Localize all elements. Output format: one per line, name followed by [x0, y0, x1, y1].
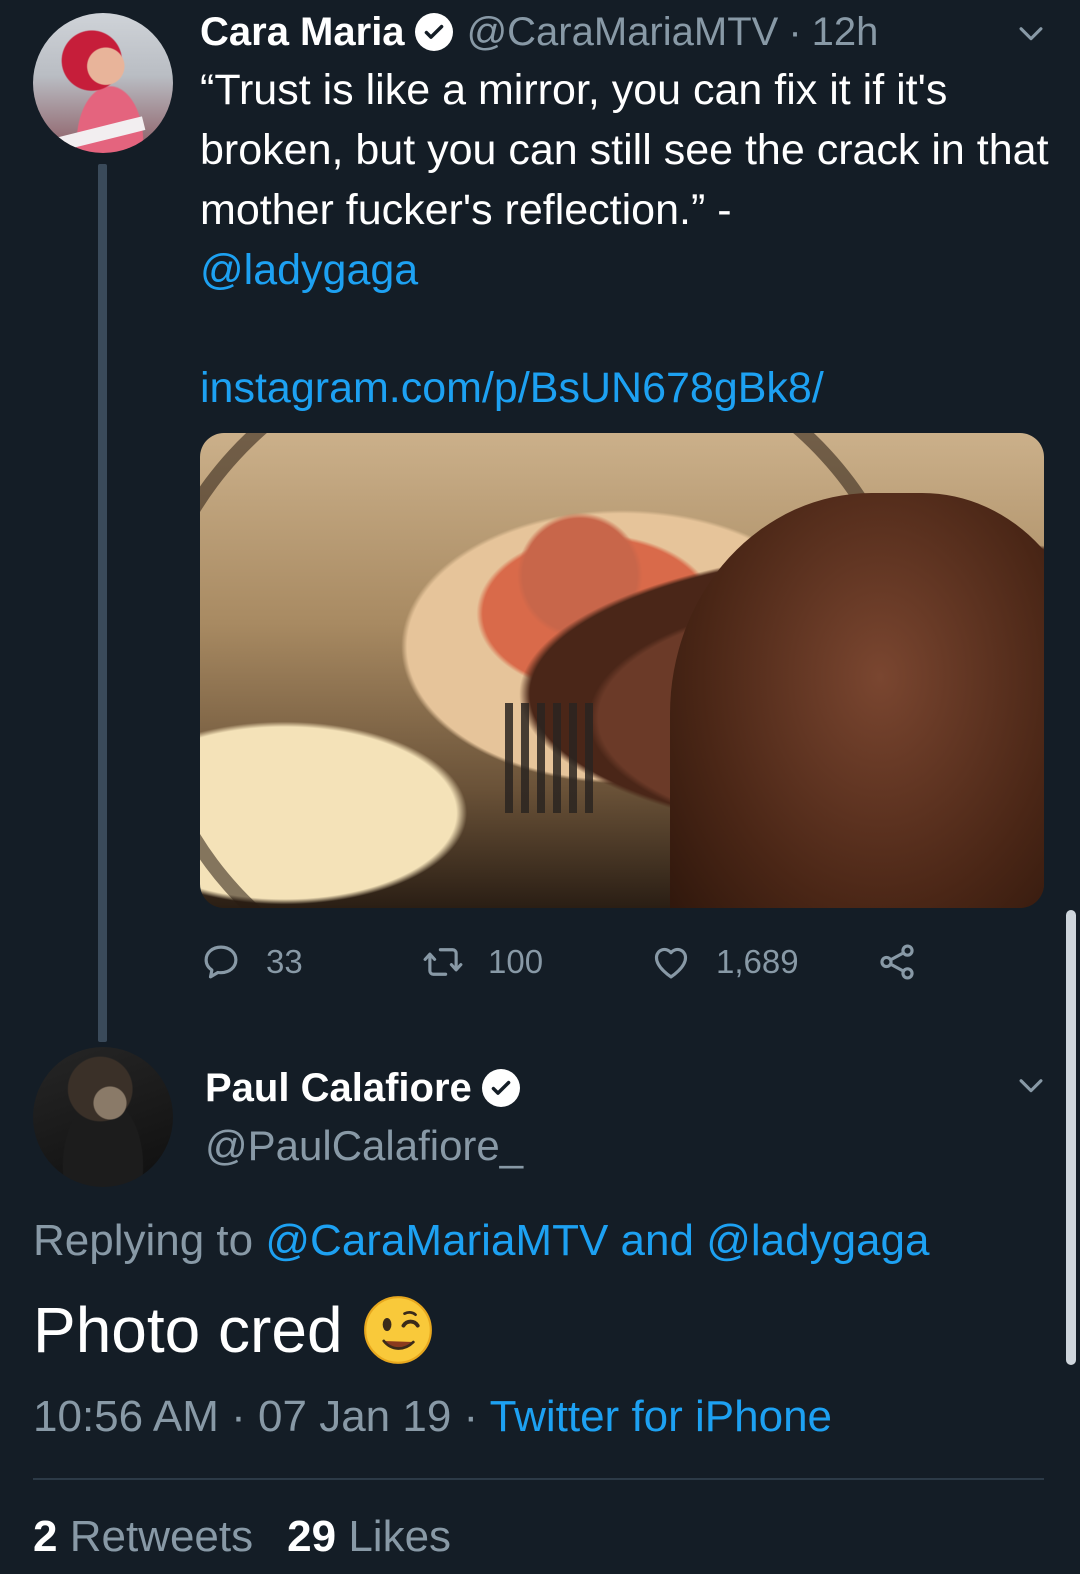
parent-handle[interactable]: @CaraMariaMTV — [467, 10, 779, 55]
avatar-cara-maria[interactable] — [33, 13, 173, 153]
tweet-source-link[interactable]: Twitter for iPhone — [490, 1392, 832, 1441]
chevron-down-icon[interactable] — [1014, 1068, 1048, 1102]
retweet-count: 100 — [488, 943, 544, 980]
reply-date: 07 Jan 19 — [258, 1392, 452, 1441]
tweet-photo[interactable] — [200, 433, 1044, 908]
meta-separator: · — [231, 1392, 246, 1441]
like-count: 1,689 — [716, 943, 799, 980]
likes-count: 29 — [287, 1512, 337, 1561]
mention-ladygaga-link[interactable]: @ladygaga — [200, 246, 418, 294]
tweet-thread: Cara Maria @CaraMariaMTV · 12h “Trust is… — [0, 0, 1080, 1574]
likes-stat[interactable]: 29 Likes — [287, 1512, 451, 1561]
reply-meta-row: 10:56 AM · 07 Jan 19 · Twitter for iPhon… — [33, 1392, 832, 1442]
avatar-paul-calafiore[interactable] — [33, 1047, 173, 1187]
retweets-stat[interactable]: 2 Retweets — [33, 1512, 253, 1561]
parent-timestamp[interactable]: 12h — [812, 10, 879, 55]
replying-to-line: Replying to @CaraMariaMTV and @ladygaga — [33, 1216, 929, 1266]
reply-tweet-text: Photo cred — [33, 1293, 433, 1367]
reply-display-name[interactable]: Paul Calafiore — [205, 1066, 472, 1111]
stats-divider — [33, 1478, 1044, 1480]
retweet-button[interactable]: 100 — [422, 936, 543, 988]
parent-display-name[interactable]: Cara Maria — [200, 10, 405, 55]
reply-tweet-header: Paul Calafiore — [205, 1060, 520, 1116]
reply-time: 10:56 AM — [33, 1392, 219, 1441]
chevron-down-icon[interactable] — [1014, 16, 1048, 50]
share-icon — [880, 944, 914, 980]
parent-tweet-actions: 33 100 1,689 — [200, 936, 960, 988]
retweets-label: Retweets — [69, 1512, 254, 1561]
verified-badge-icon — [481, 1069, 520, 1107]
verified-badge-icon — [414, 13, 453, 51]
reply-icon — [204, 945, 238, 979]
reply-stats-row: 2 Retweets 29 Likes — [33, 1512, 451, 1562]
like-button[interactable]: 1,689 — [650, 936, 799, 988]
meta-separator: · — [463, 1392, 479, 1441]
heart-icon — [654, 947, 688, 979]
retweets-count: 2 — [33, 1512, 58, 1561]
winking-face-emoji — [363, 1296, 432, 1364]
parent-tweet-quote: “Trust is like a mirror, you can fix it … — [200, 66, 1049, 234]
replying-to-caramariamtv-link[interactable]: @CaraMariaMTV — [265, 1216, 608, 1265]
reply-handle[interactable]: @PaulCalafiore_ — [205, 1122, 523, 1170]
retweet-icon — [423, 948, 463, 976]
header-separator: · — [788, 9, 802, 54]
scrollbar[interactable] — [1066, 910, 1076, 1365]
avatar-banner — [54, 116, 146, 152]
replying-to-and: and — [620, 1216, 694, 1265]
instagram-link[interactable]: instagram.com/p/BsUN678gBk8/ — [200, 358, 824, 418]
reply-tweet-body: Photo cred — [33, 1294, 343, 1366]
reply-count: 33 — [266, 943, 303, 980]
likes-label: Likes — [348, 1512, 452, 1561]
share-button[interactable] — [876, 936, 918, 988]
parent-tweet-header: Cara Maria @CaraMariaMTV · 12h — [200, 4, 878, 60]
replying-to-ladygaga-link[interactable]: @ladygaga — [706, 1216, 929, 1265]
photo-makeup-brushes — [505, 703, 595, 813]
reply-button[interactable]: 33 — [200, 936, 303, 988]
parent-tweet-text: “Trust is like a mirror, you can fix it … — [200, 60, 1060, 300]
replying-to-label: Replying to — [33, 1216, 254, 1265]
thread-connector-line — [98, 164, 107, 1042]
